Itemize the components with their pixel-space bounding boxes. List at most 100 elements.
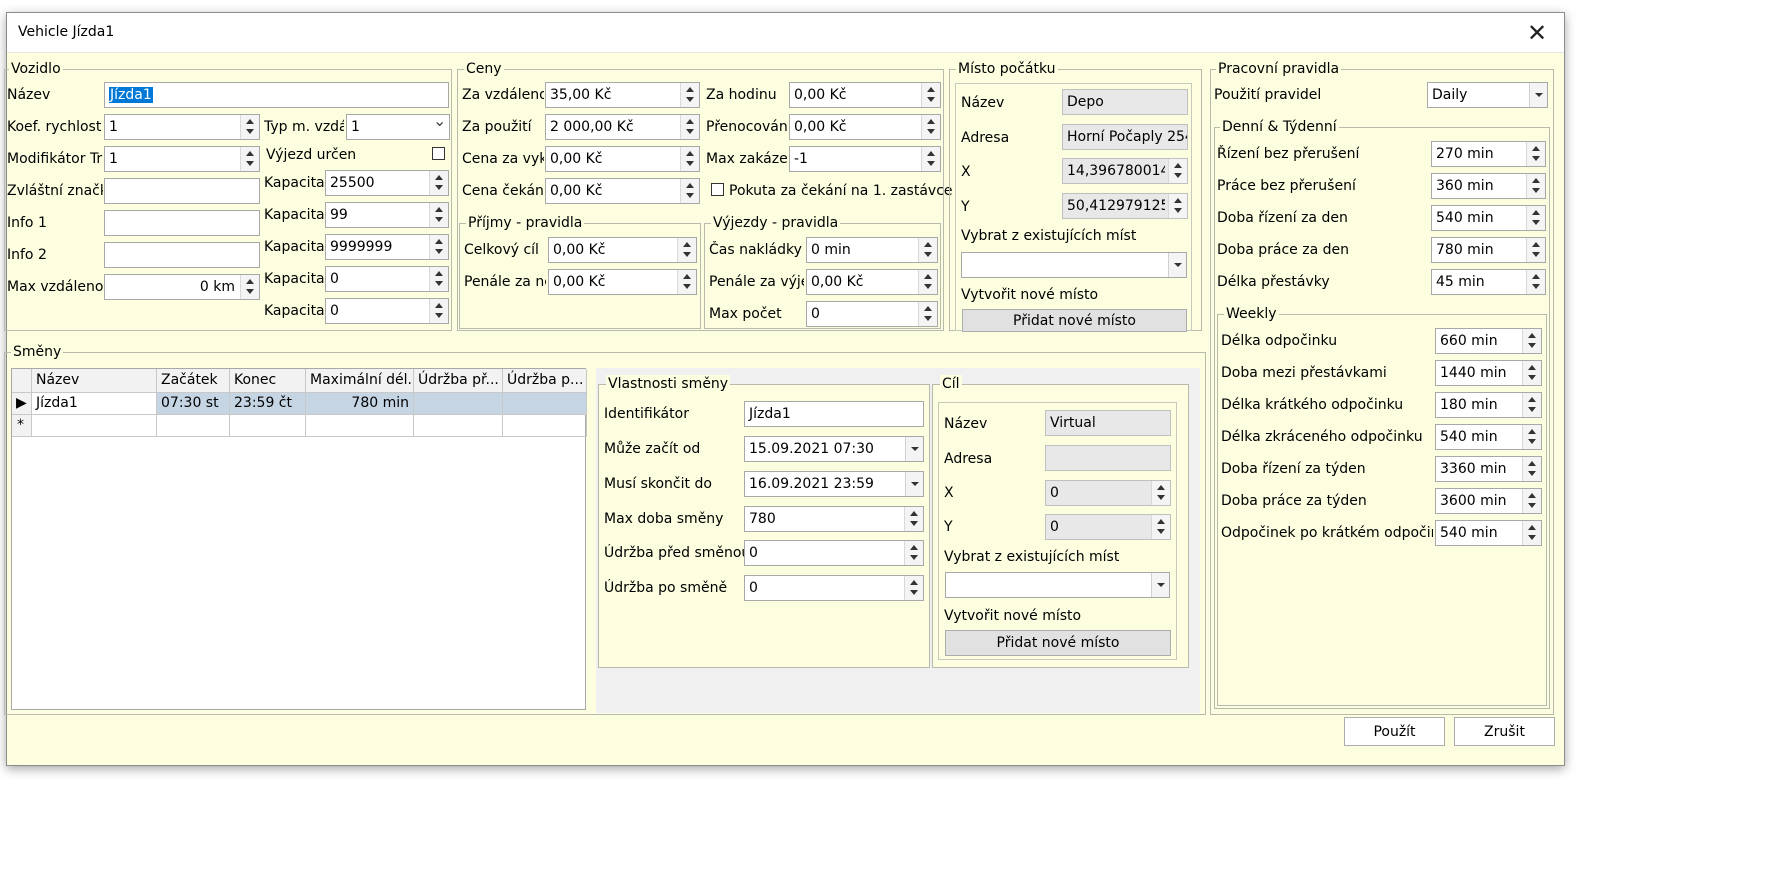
maxvz-spin-buttons[interactable] — [240, 275, 259, 299]
misto-x-spin-buttons[interactable] — [1168, 159, 1187, 183]
maxvz-stepper[interactable]: 0 km — [104, 274, 260, 300]
misto-y-spin-buttons[interactable] — [1168, 194, 1187, 218]
new-row-cell[interactable] — [306, 415, 414, 437]
vl-pred-spin-buttons[interactable] — [904, 541, 923, 565]
kapacita-spin-buttons[interactable] — [429, 267, 448, 291]
kapacita-stepper[interactable]: 0 — [325, 298, 449, 324]
weekly-spin-buttons[interactable] — [1522, 361, 1541, 385]
weekly-spin-buttons[interactable] — [1522, 425, 1541, 449]
vyjezdy-stepper[interactable]: 0 min — [806, 237, 938, 263]
denni-stepper[interactable]: 780 min — [1431, 237, 1546, 263]
ceny-spin-buttons[interactable] — [680, 147, 699, 171]
chevron-down-icon[interactable] — [1529, 83, 1547, 107]
new-row-cell[interactable] — [230, 415, 306, 437]
denni-stepper[interactable]: 360 min — [1431, 173, 1546, 199]
koef-stepper[interactable]: 1 — [104, 114, 260, 140]
new-row-cell[interactable] — [414, 415, 503, 437]
kapacita-spin-buttons[interactable] — [429, 299, 448, 323]
typ-select[interactable]: 1 — [346, 111, 450, 140]
chevron-down-icon[interactable] — [905, 472, 923, 496]
row-selector-icon[interactable]: ▶ — [12, 393, 32, 415]
kapacita-stepper[interactable]: 25500 — [325, 170, 449, 196]
weekly-spin-buttons[interactable] — [1522, 489, 1541, 513]
grid-header-nazev[interactable]: Název — [32, 369, 157, 393]
nazev-input[interactable]: Jízda1 — [104, 82, 449, 108]
ceny-stepper[interactable]: -1 — [789, 146, 941, 172]
vl-po-stepper[interactable]: 0 — [744, 575, 924, 601]
kapacita-stepper[interactable]: 0 — [325, 266, 449, 292]
grid-header-zacatek[interactable]: Začátek — [157, 369, 230, 393]
modif-stepper[interactable]: 1 — [104, 146, 260, 172]
table-row-nazev[interactable]: Jízda1 — [32, 393, 157, 415]
close-icon[interactable]: ✕ — [1510, 13, 1564, 53]
kapacita-spin-buttons[interactable] — [429, 171, 448, 195]
weekly-stepper[interactable]: 1440 min — [1435, 360, 1542, 386]
prijmy-stepper[interactable]: 0,00 Kč — [548, 237, 697, 263]
prijmy-stepper[interactable]: 0,00 Kč — [548, 269, 697, 295]
cil-vybrat-select[interactable] — [945, 572, 1170, 598]
denni-spin-buttons[interactable] — [1526, 174, 1545, 198]
chevron-down-icon[interactable] — [1151, 573, 1169, 597]
pouzit-button[interactable]: Použít — [1344, 717, 1445, 746]
vl-id-input[interactable]: Jízda1 — [744, 401, 924, 427]
info1-input[interactable] — [104, 210, 260, 236]
denni-spin-buttons[interactable] — [1526, 270, 1545, 294]
ceny-stepper[interactable]: 2 000,00 Kč — [545, 114, 700, 140]
table-row-konec[interactable]: 23:59 čt — [230, 393, 306, 415]
ceny-stepper[interactable]: 0,00 Kč — [789, 82, 941, 108]
ceny-stepper[interactable]: 0,00 Kč — [545, 178, 700, 204]
info2-input[interactable] — [104, 242, 260, 268]
cil-x-stepper[interactable]: 0 — [1045, 480, 1171, 506]
ceny-spin-buttons[interactable] — [921, 147, 940, 171]
kapacita-spin-buttons[interactable] — [429, 203, 448, 227]
weekly-stepper[interactable]: 540 min — [1435, 520, 1542, 546]
vyjezdy-stepper[interactable]: 0,00 Kč — [806, 269, 938, 295]
smeny-grid[interactable]: Název Začátek Konec Maximální dél... Údr… — [11, 368, 587, 710]
new-row-cell[interactable] — [32, 415, 157, 437]
ceny-stepper[interactable]: 0,00 Kč — [789, 114, 941, 140]
vl-do-datepicker[interactable]: 16.09.2021 23:59 — [744, 471, 924, 497]
ceny-spin-buttons[interactable] — [921, 83, 940, 107]
vyjezd-checkbox[interactable] — [432, 147, 445, 160]
cil-pridat-button[interactable]: Přidat nové místo — [945, 630, 1171, 656]
vl-pred-stepper[interactable]: 0 — [744, 540, 924, 566]
vyjezdy-spin-buttons[interactable] — [918, 270, 937, 294]
denni-spin-buttons[interactable] — [1526, 238, 1545, 262]
new-row-cell[interactable] — [503, 415, 587, 437]
vl-po-spin-buttons[interactable] — [904, 576, 923, 600]
chevron-down-icon[interactable] — [1168, 253, 1186, 277]
weekly-stepper[interactable]: 3360 min — [1435, 456, 1542, 482]
prijmy-spin-buttons[interactable] — [677, 270, 696, 294]
table-row-udrzba-po[interactable] — [503, 393, 587, 415]
ceny-spin-buttons[interactable] — [680, 83, 699, 107]
vl-od-datepicker[interactable]: 15.09.2021 07:30 — [744, 436, 924, 462]
grid-header-max[interactable]: Maximální dél... — [306, 369, 414, 393]
ceny-spin-buttons[interactable] — [680, 115, 699, 139]
vl-max-spin-buttons[interactable] — [904, 507, 923, 531]
koef-spin-buttons[interactable] — [240, 115, 259, 139]
vyjezdy-stepper[interactable]: 0 — [806, 301, 938, 327]
weekly-spin-buttons[interactable] — [1522, 521, 1541, 545]
table-row-zacatek[interactable]: 07:30 st — [157, 393, 230, 415]
grid-header-konec[interactable]: Konec — [230, 369, 306, 393]
grid-header-udrzba-po[interactable]: Údržba p... — [503, 369, 587, 393]
pokuta-checkbox[interactable] — [711, 183, 724, 196]
misto-y-stepper[interactable]: 50,4129791259 — [1062, 193, 1188, 219]
weekly-spin-buttons[interactable] — [1522, 393, 1541, 417]
weekly-spin-buttons[interactable] — [1522, 457, 1541, 481]
ceny-spin-buttons[interactable] — [921, 115, 940, 139]
ceny-stepper[interactable]: 0,00 Kč — [545, 146, 700, 172]
prijmy-spin-buttons[interactable] — [677, 238, 696, 262]
pouziti-select[interactable]: Daily — [1427, 82, 1548, 108]
grid-header-udrzba-pred[interactable]: Údržba př... — [414, 369, 503, 393]
kapacita-spin-buttons[interactable] — [429, 235, 448, 259]
denni-spin-buttons[interactable] — [1526, 206, 1545, 230]
misto-pridat-button[interactable]: Přidat nové místo — [962, 309, 1187, 332]
misto-vybrat-select[interactable] — [961, 252, 1187, 278]
weekly-stepper[interactable]: 180 min — [1435, 392, 1542, 418]
weekly-stepper[interactable]: 3600 min — [1435, 488, 1542, 514]
chevron-down-icon[interactable] — [431, 111, 449, 139]
cil-x-spin-buttons[interactable] — [1151, 481, 1170, 505]
vl-max-stepper[interactable]: 780 — [744, 506, 924, 532]
denni-spin-buttons[interactable] — [1526, 142, 1545, 166]
